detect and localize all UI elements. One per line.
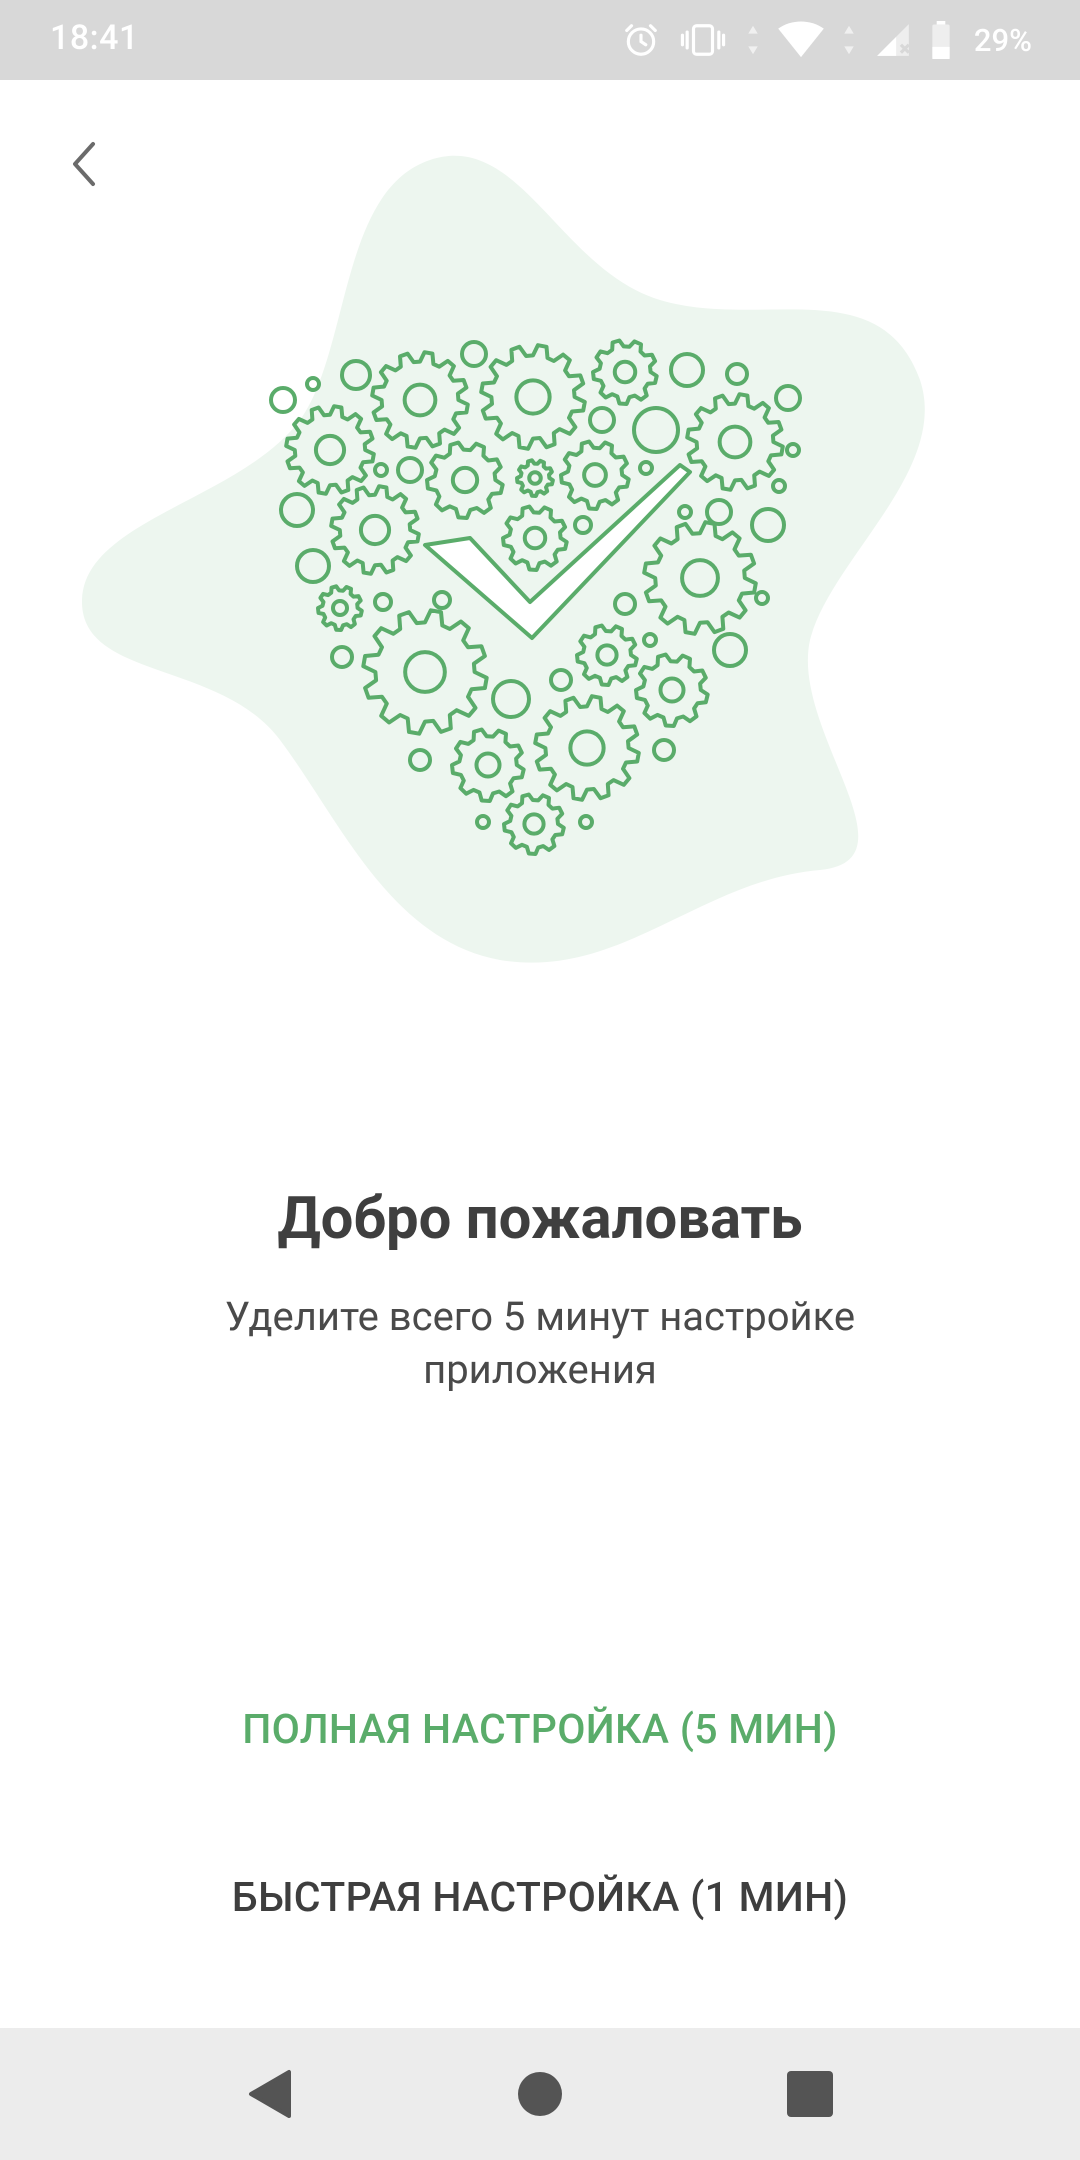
nav-recents-button[interactable]	[766, 2050, 854, 2138]
data-arrows-icon	[748, 25, 758, 55]
welcome-illustration	[81, 155, 925, 963]
status-bar: 18:41 29%	[0, 0, 1080, 80]
page-title: Добро пожаловать	[277, 1185, 803, 1253]
status-icons: 29%	[622, 14, 1032, 66]
data-arrows-icon	[844, 25, 854, 55]
nav-recents-icon	[787, 2071, 833, 2117]
wifi-icon	[778, 21, 824, 58]
nav-back-button[interactable]	[225, 2050, 313, 2138]
full-setup-button[interactable]: ПОЛНАЯ НАСТРОЙКА (5 МИН)	[120, 1675, 960, 1785]
alarm-icon	[625, 24, 657, 56]
battery-icon	[932, 21, 950, 59]
navigation-bar	[0, 2028, 1080, 2160]
battery-percent: 29%	[973, 21, 1032, 59]
welcome-screen: 18:41 29% Добро пожаловать Уделите всего…	[0, 0, 1080, 2160]
nav-back-icon	[249, 2070, 291, 2118]
status-time: 18:41	[50, 18, 139, 58]
background-blob	[81, 155, 925, 963]
vibrate-icon	[680, 24, 726, 56]
nav-home-icon	[518, 2072, 562, 2116]
nav-home-button[interactable]	[496, 2050, 584, 2138]
signal-icon	[877, 24, 910, 56]
page-subtitle: Уделите всего 5 минут настройке приложен…	[224, 1293, 856, 1393]
quick-setup-button[interactable]: БЫСТРАЯ НАСТРОЙКА (1 МИН)	[120, 1843, 960, 1953]
